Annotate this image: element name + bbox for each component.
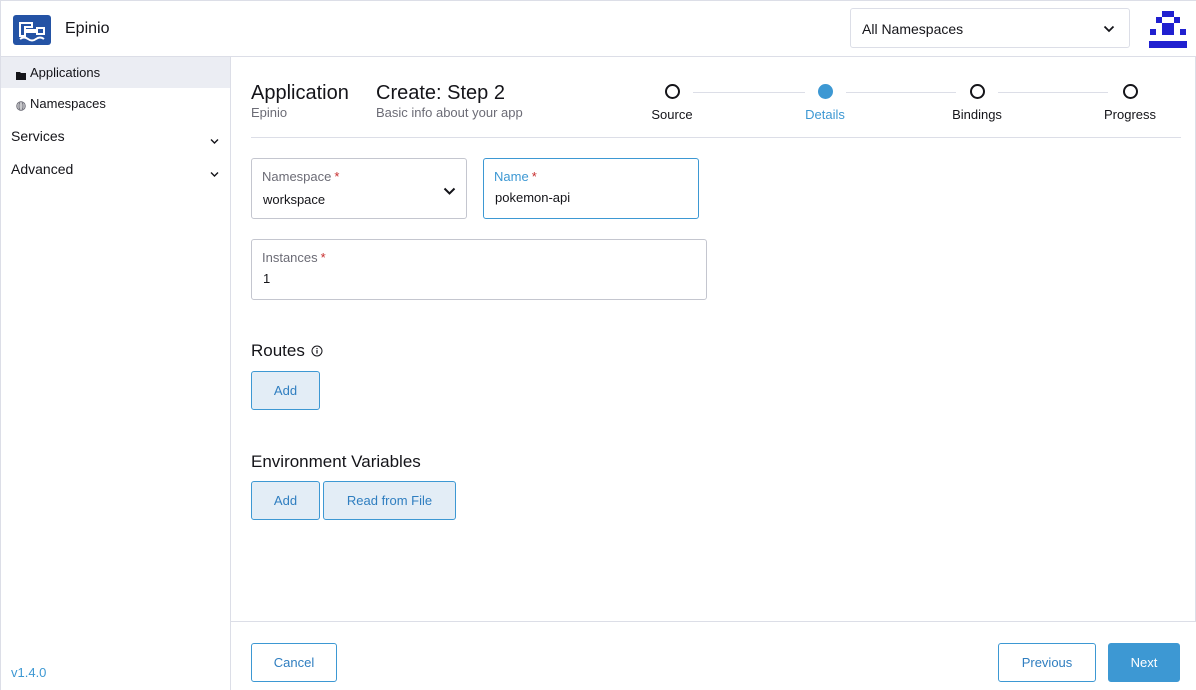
info-icon[interactable] <box>311 344 323 362</box>
top-header: Epinio All Namespaces <box>1 1 1196 57</box>
globe-icon <box>16 98 26 116</box>
required-marker: * <box>334 169 340 184</box>
step-indicator <box>664 84 680 99</box>
wizard-footer: Cancel Previous Next <box>231 621 1196 690</box>
app-window: Epinio All Namespaces Applications Names… <box>0 0 1196 690</box>
step-bindings[interactable]: Bindings <box>932 83 1022 122</box>
sidebar-item-label: Namespaces <box>30 96 106 111</box>
app-name: Epinio <box>65 20 110 37</box>
step-indicator <box>1122 84 1138 99</box>
main-content: Application Epinio Create: Step 2 Basic … <box>231 57 1196 690</box>
sidebar-group-label: Advanced <box>11 161 74 177</box>
page-title: Application <box>251 82 349 104</box>
namespace-value: workspace <box>263 192 326 207</box>
header-divider <box>251 137 1181 138</box>
sidebar-group-advanced[interactable]: Advanced <box>1 154 230 184</box>
step-label: Bindings <box>952 107 1002 122</box>
step-progress[interactable]: Progress <box>1085 83 1175 122</box>
page-subtitle: Epinio <box>251 105 288 120</box>
epinio-logo-icon[interactable] <box>13 15 51 45</box>
read-from-file-button[interactable]: Read from File <box>323 481 456 520</box>
wizard-stepper: Source Details Bindings Progress <box>631 83 1191 129</box>
step-details[interactable]: Details <box>780 83 870 122</box>
previous-button[interactable]: Previous <box>998 643 1096 682</box>
add-env-var-button[interactable]: Add <box>251 481 320 520</box>
chevron-down-icon <box>210 165 219 183</box>
cancel-button[interactable]: Cancel <box>251 643 337 682</box>
step-label: Details <box>805 107 845 122</box>
user-avatar[interactable] <box>1149 11 1187 48</box>
namespace-filter-select[interactable]: All Namespaces <box>850 8 1130 48</box>
namespace-select[interactable]: Namespace * workspace <box>251 158 467 219</box>
sidebar: Applications Namespaces Services Advance… <box>1 57 231 690</box>
sidebar-item-namespaces[interactable]: Namespaces <box>1 88 230 119</box>
sidebar-item-applications[interactable]: Applications <box>1 57 230 88</box>
version-link[interactable]: v1.4.0 <box>11 665 46 680</box>
instances-field[interactable]: Instances * <box>251 239 707 300</box>
routes-title: Routes <box>251 341 305 360</box>
namespace-filter-value: All Namespaces <box>862 21 964 37</box>
next-button[interactable]: Next <box>1108 643 1180 682</box>
step-title-block: Create: Step 2 Basic info about your app <box>376 82 523 120</box>
required-marker: * <box>531 169 537 184</box>
required-marker: * <box>320 250 326 265</box>
step-label: Source <box>651 107 693 122</box>
chevron-down-icon <box>210 132 219 150</box>
folder-icon <box>16 67 26 85</box>
sidebar-group-services[interactable]: Services <box>1 121 230 151</box>
step-title: Create: Step 2 <box>376 82 505 104</box>
instances-input[interactable] <box>263 271 443 286</box>
name-input[interactable] <box>495 190 675 205</box>
step-indicator <box>817 84 833 99</box>
chevron-down-icon <box>443 183 456 201</box>
step-subtitle: Basic info about your app <box>376 105 523 120</box>
step-label: Progress <box>1103 107 1157 122</box>
instances-label: Instances * <box>262 250 326 265</box>
name-label: Name * <box>494 169 537 184</box>
step-source[interactable]: Source <box>627 83 717 122</box>
namespace-label: Namespace * <box>262 169 340 184</box>
add-route-button[interactable]: Add <box>251 371 320 410</box>
sidebar-group-label: Services <box>11 128 65 144</box>
sidebar-item-label: Applications <box>30 65 101 80</box>
env-vars-title: Environment Variables <box>251 452 421 471</box>
page-title-block: Application Epinio <box>251 82 349 120</box>
step-indicator <box>969 84 985 99</box>
name-field[interactable]: Name * <box>483 158 699 219</box>
chevron-down-icon <box>1103 22 1115 40</box>
